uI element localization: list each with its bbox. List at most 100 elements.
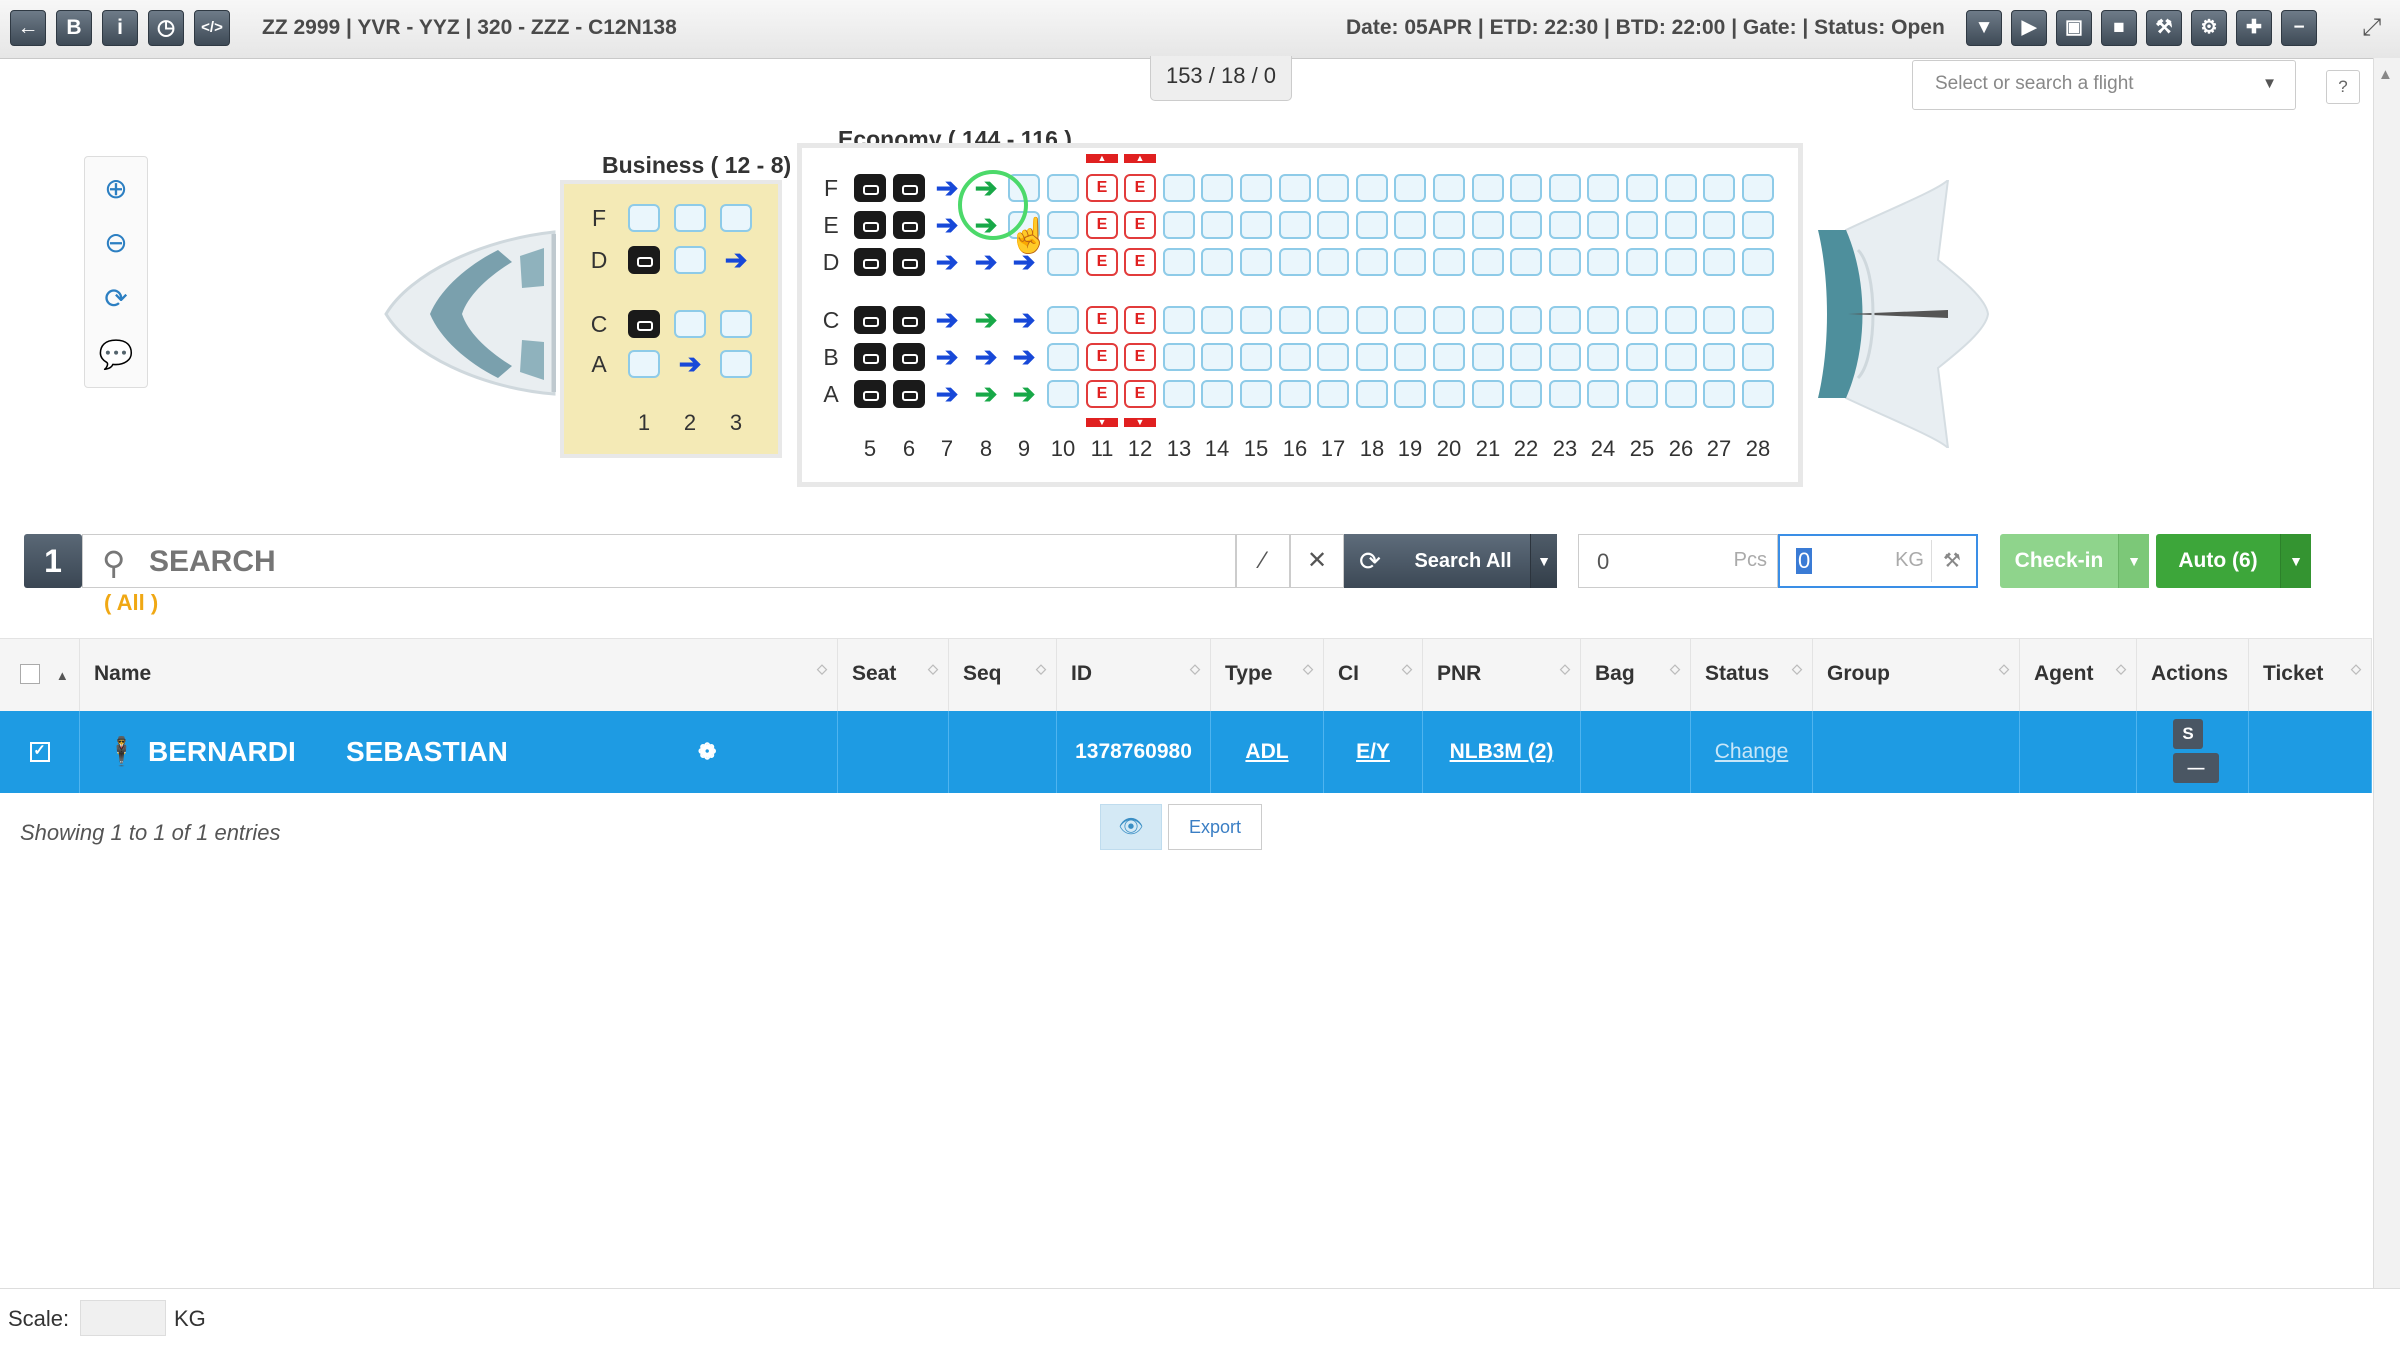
seat-available[interactable] (1665, 211, 1697, 239)
seat-available[interactable] (1472, 248, 1504, 276)
search-field[interactable] (82, 534, 1236, 588)
column-header-bag[interactable]: Bag ◇ (1581, 639, 1691, 711)
seat-exit-row[interactable]: E (1124, 343, 1156, 371)
seat-available[interactable] (1626, 174, 1658, 202)
seat-available[interactable] (1510, 343, 1542, 371)
seat-exit-row[interactable]: E (1086, 306, 1118, 334)
seat-exit-row[interactable]: E (1124, 306, 1156, 334)
code-icon[interactable]: </> (194, 10, 230, 46)
seat-exit-row[interactable]: E (1086, 211, 1118, 239)
check-in-dropdown-icon[interactable]: ▼ (2118, 534, 2149, 588)
seat-occupied[interactable] (893, 248, 925, 276)
seat-occupied[interactable] (893, 343, 925, 371)
seat-available[interactable] (720, 350, 752, 378)
wrench-icon[interactable]: ⚒ (2146, 10, 2182, 46)
seat-available[interactable] (1433, 306, 1465, 334)
column-header-id[interactable]: ID ◇ (1057, 639, 1211, 711)
seat-exit-row[interactable]: E (1086, 343, 1118, 371)
seat-available[interactable] (1201, 211, 1233, 239)
seat-available[interactable] (1201, 248, 1233, 276)
seat-available[interactable] (1703, 174, 1735, 202)
seat-available[interactable] (1394, 380, 1426, 408)
seat-available[interactable] (628, 350, 660, 378)
seat-available[interactable] (720, 204, 752, 232)
play-icon[interactable]: ▶ (2011, 10, 2047, 46)
seat-available[interactable] (1240, 306, 1272, 334)
seat-available[interactable] (1742, 248, 1774, 276)
status-change-link[interactable]: Change (1715, 740, 1789, 763)
seat-available[interactable] (1549, 248, 1581, 276)
seat-checked-in-icon[interactable]: ➔ (1008, 306, 1040, 334)
seat-exit-row[interactable]: E (1086, 380, 1118, 408)
bold-b-icon[interactable]: B (56, 10, 92, 46)
scroll-up-icon[interactable]: ▲ (2378, 66, 2393, 83)
seat-occupied[interactable] (854, 211, 886, 239)
column-header-group[interactable]: Group ◇ (1813, 639, 2020, 711)
seat-checked-in-icon[interactable]: ➔ (931, 248, 963, 276)
seat-available[interactable] (1587, 343, 1619, 371)
minus-icon[interactable]: − (2281, 10, 2317, 46)
seat-available[interactable] (1356, 174, 1388, 202)
seat-checked-in-icon[interactable]: ➔ (674, 350, 706, 378)
seat-available[interactable] (1626, 248, 1658, 276)
seat-available[interactable] (1356, 306, 1388, 334)
seat-available[interactable] (1240, 211, 1272, 239)
filter-icon[interactable]: ▼ (1966, 10, 2002, 46)
seat-available[interactable] (1201, 174, 1233, 202)
seat-occupied[interactable] (893, 380, 925, 408)
type-link[interactable]: ADL (1245, 740, 1288, 763)
seat-checked-in-icon[interactable]: ➔ (931, 343, 963, 371)
seat-available[interactable] (1163, 211, 1195, 239)
seat-available[interactable] (1703, 306, 1735, 334)
column-header-ticket[interactable]: Ticket ◇ (2249, 639, 2372, 711)
ci-link[interactable]: E/Y (1356, 740, 1390, 763)
seat-available[interactable] (1510, 174, 1542, 202)
seat-exit-row[interactable]: E (1124, 380, 1156, 408)
seat-checked-in-icon[interactable]: ➔ (1008, 343, 1040, 371)
seat-available[interactable] (1587, 380, 1619, 408)
column-header-seq[interactable]: Seq ◇ (949, 639, 1057, 711)
seat-available[interactable] (1626, 380, 1658, 408)
select-all-header[interactable]: ▲ (0, 639, 80, 711)
seat-available[interactable] (1317, 174, 1349, 202)
check-in-button[interactable]: Check-in (2000, 534, 2118, 588)
seat-available[interactable] (1587, 306, 1619, 334)
seat-available[interactable] (674, 246, 706, 274)
seat-available[interactable] (1626, 211, 1658, 239)
group-number-badge[interactable]: 1 (24, 534, 82, 588)
seat-available[interactable] (1201, 343, 1233, 371)
seat-available[interactable] (1665, 343, 1697, 371)
seat-available[interactable] (1626, 306, 1658, 334)
gears-icon[interactable]: ⚙ (2191, 10, 2227, 46)
refresh-button[interactable]: ⟳ (1344, 534, 1396, 588)
zoom-out-icon[interactable]: ⊖ (85, 215, 147, 271)
seat-exit-row[interactable]: E (1086, 248, 1118, 276)
seat-available[interactable] (1047, 343, 1079, 371)
seat-checked-in-icon[interactable]: ➔ (931, 380, 963, 408)
seat-boarded-icon[interactable]: ➔ (970, 380, 1002, 408)
seat-available[interactable] (1549, 211, 1581, 239)
seat-checked-in-icon[interactable]: ➔ (970, 248, 1002, 276)
seat-available[interactable] (1394, 248, 1426, 276)
seat-available[interactable] (1163, 380, 1195, 408)
seat-available[interactable] (1472, 211, 1504, 239)
action-s-button[interactable]: S (2173, 719, 2203, 749)
seat-available[interactable] (1433, 248, 1465, 276)
seat-available[interactable] (1356, 211, 1388, 239)
row-select-cell[interactable]: ✓ (0, 711, 80, 793)
seat-available[interactable] (1587, 211, 1619, 239)
clear-search-button[interactable]: ✕ (1290, 534, 1344, 588)
column-header-status[interactable]: Status ◇ (1691, 639, 1813, 711)
seat-available[interactable] (1587, 248, 1619, 276)
seat-available[interactable] (1317, 380, 1349, 408)
seat-available[interactable] (1317, 343, 1349, 371)
seat-available[interactable] (1279, 174, 1311, 202)
comment-icon[interactable]: 💬 (85, 327, 147, 383)
seat-available[interactable] (1703, 343, 1735, 371)
column-header-agent[interactable]: Agent ◇ (2020, 639, 2137, 711)
seat-available[interactable] (1549, 306, 1581, 334)
seat-available[interactable] (1356, 248, 1388, 276)
pnr-link[interactable]: NLB3M (2) (1450, 740, 1554, 763)
bag-weight-field[interactable]: 0 KG ⚒ (1778, 534, 1978, 588)
seat-available[interactable] (1472, 306, 1504, 334)
